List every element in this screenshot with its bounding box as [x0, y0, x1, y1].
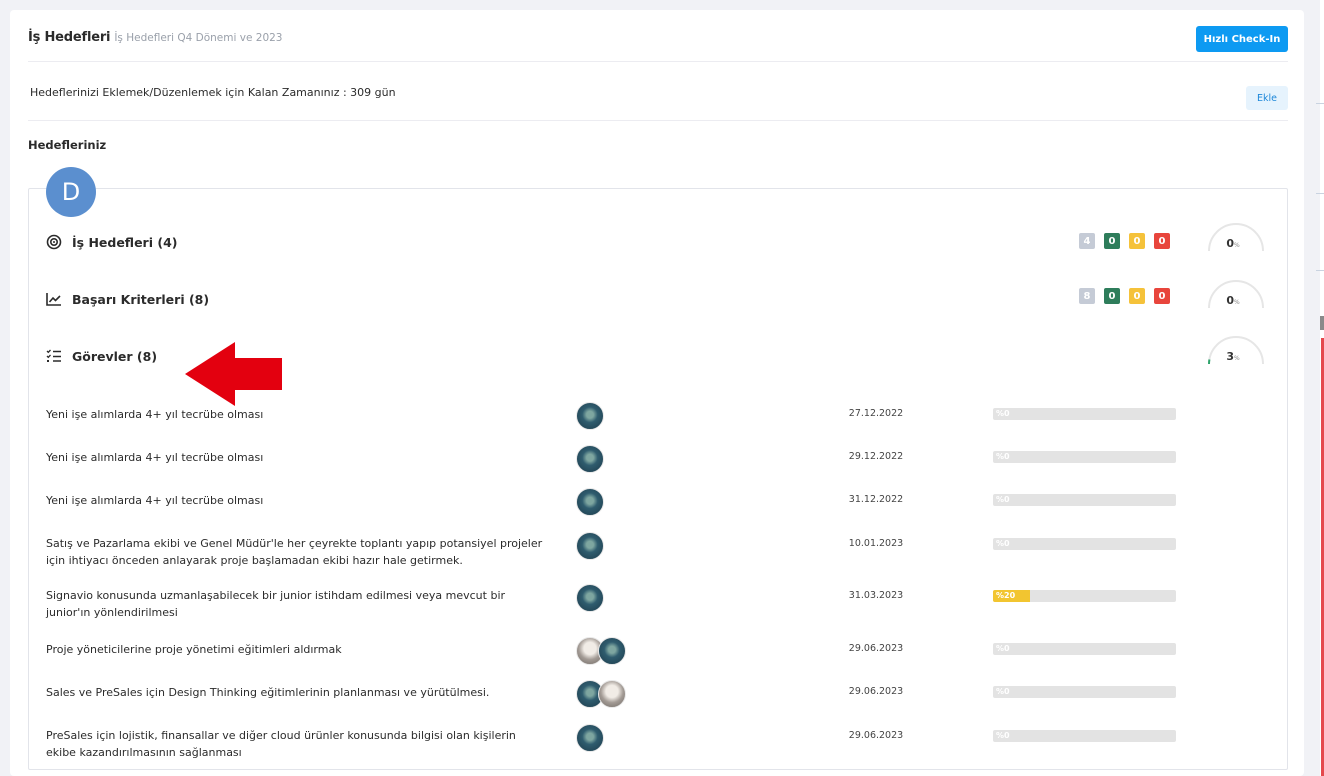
task-date: 31.12.2022: [848, 494, 904, 505]
owner-avatar[interactable]: [576, 488, 604, 516]
task-row[interactable]: Sales ve PreSales için Design Thinking e…: [46, 680, 1276, 710]
owner-avatar[interactable]: [576, 445, 604, 473]
remaining-time-text: Hedeflerinizi Eklemek/Düzenlemek için Ka…: [30, 86, 396, 99]
task-name: Satış ve Pazarlama ekibi ve Genel Müdür'…: [46, 537, 543, 567]
task-progress-bar: %0: [993, 408, 1176, 420]
group-business-goals[interactable]: İş Hedefleri (4): [46, 234, 177, 250]
owner-avatar[interactable]: [576, 724, 604, 752]
task-progress-bar: %0: [993, 686, 1176, 698]
gauge-value: 3%: [1226, 350, 1240, 363]
business-goals-gauge: 0%: [1206, 219, 1266, 259]
task-date: 27.12.2022: [848, 408, 904, 419]
task-name: Sales ve PreSales için Design Thinking e…: [46, 686, 490, 699]
group-success-criteria[interactable]: Başarı Kriterleri (8): [46, 291, 209, 307]
count-total-badge: 4: [1079, 233, 1095, 249]
task-progress-bar: %0: [993, 494, 1176, 506]
trend-chart-icon: [46, 291, 62, 307]
group-label: Başarı Kriterleri (8): [72, 291, 210, 307]
task-date: 10.01.2023: [848, 538, 904, 549]
tasks-gauge: 3%: [1206, 332, 1266, 372]
task-row[interactable]: Yeni işe alımlarda 4+ yıl tecrübe olması…: [46, 402, 1276, 432]
task-owners: [576, 445, 604, 473]
task-row[interactable]: Yeni işe alımlarda 4+ yıl tecrübe olması…: [46, 445, 1276, 475]
section-title: Hedefleriniz: [28, 138, 107, 152]
task-name: Yeni işe alımlarda 4+ yıl tecrübe olması: [46, 451, 264, 464]
task-owners: [576, 724, 604, 752]
task-progress-bar: %0: [993, 643, 1176, 655]
add-goal-button[interactable]: Ekle: [1246, 86, 1288, 110]
task-owners: [576, 680, 626, 708]
checklist-icon: [46, 348, 62, 364]
owner-avatar[interactable]: [576, 584, 604, 612]
count-warn-badge: 0: [1129, 288, 1145, 304]
card-header: İş Hedefleri İş Hedefleri Q4 Dönemi ve 2…: [28, 30, 282, 50]
task-row[interactable]: Signavio konusunda uzmanlaşabilecek bir …: [46, 584, 1276, 624]
group-tasks[interactable]: Görevler (8): [46, 348, 157, 364]
count-done-badge: 0: [1104, 233, 1120, 249]
task-owners: [576, 584, 604, 612]
task-owners: [576, 532, 604, 560]
owner-avatar[interactable]: [598, 637, 626, 665]
task-date: 29.06.2023: [848, 643, 904, 654]
group-label: İş Hedefleri (4): [72, 234, 178, 250]
count-warn-badge: 0: [1129, 233, 1145, 249]
task-name: Yeni işe alımlarda 4+ yıl tecrübe olması: [46, 408, 264, 421]
gauge-value: 0%: [1226, 294, 1240, 307]
count-done-badge: 0: [1104, 288, 1120, 304]
task-name: Proje yöneticilerine proje yönetimi eğit…: [46, 643, 342, 656]
edge-divider: [1316, 103, 1324, 104]
target-icon: [46, 234, 62, 250]
owner-avatar[interactable]: [598, 680, 626, 708]
task-owners: [576, 488, 604, 516]
task-date: 31.03.2023: [848, 590, 904, 601]
edge-divider: [1316, 193, 1324, 194]
task-row[interactable]: Proje yöneticilerine proje yönetimi eğit…: [46, 637, 1276, 667]
user-avatar: D: [46, 167, 96, 217]
task-name: Signavio konusunda uzmanlaşabilecek bir …: [46, 589, 506, 619]
page-title: İş Hedefleri: [28, 30, 111, 45]
task-name: Yeni işe alımlarda 4+ yıl tecrübe olması: [46, 494, 264, 507]
goals-card: İş Hedefleri İş Hedefleri Q4 Dönemi ve 2…: [10, 10, 1304, 776]
task-progress-bar: %0: [993, 538, 1176, 550]
task-date: 29.06.2023: [848, 730, 904, 741]
owner-avatar[interactable]: [576, 402, 604, 430]
page-subtitle: İş Hedefleri Q4 Dönemi ve 2023: [114, 32, 283, 44]
task-progress-bar: %20: [993, 590, 1176, 602]
task-row[interactable]: PreSales için lojistik, finansallar ve d…: [46, 724, 1276, 764]
divider: [28, 61, 1288, 62]
task-row[interactable]: Satış ve Pazarlama ekibi ve Genel Müdür'…: [46, 532, 1276, 572]
count-total-badge: 8: [1079, 288, 1095, 304]
task-owners: [576, 637, 626, 665]
task-owners: [576, 402, 604, 430]
task-progress-bar: %0: [993, 730, 1176, 742]
count-late-badge: 0: [1154, 288, 1170, 304]
success-criteria-status-counts: 8 0 0 0: [1079, 288, 1170, 304]
divider: [28, 120, 1288, 121]
annotation-arrow-icon: [185, 342, 282, 406]
scrollbar-thumb[interactable]: [1320, 316, 1324, 330]
success-criteria-gauge: 0%: [1206, 276, 1266, 316]
task-name: PreSales için lojistik, finansallar ve d…: [46, 729, 516, 759]
task-progress-bar: %0: [993, 451, 1176, 463]
task-date: 29.06.2023: [848, 686, 904, 697]
count-late-badge: 0: [1154, 233, 1170, 249]
task-row[interactable]: Yeni işe alımlarda 4+ yıl tecrübe olması…: [46, 488, 1276, 518]
edge-divider: [1316, 270, 1324, 271]
owner-avatar[interactable]: [576, 532, 604, 560]
group-label: Görevler (8): [72, 348, 158, 364]
business-goals-status-counts: 4 0 0 0: [1079, 233, 1170, 249]
quick-checkin-button[interactable]: Hızlı Check-In: [1196, 26, 1288, 52]
gauge-value: 0%: [1226, 237, 1240, 250]
task-date: 29.12.2022: [848, 451, 904, 462]
